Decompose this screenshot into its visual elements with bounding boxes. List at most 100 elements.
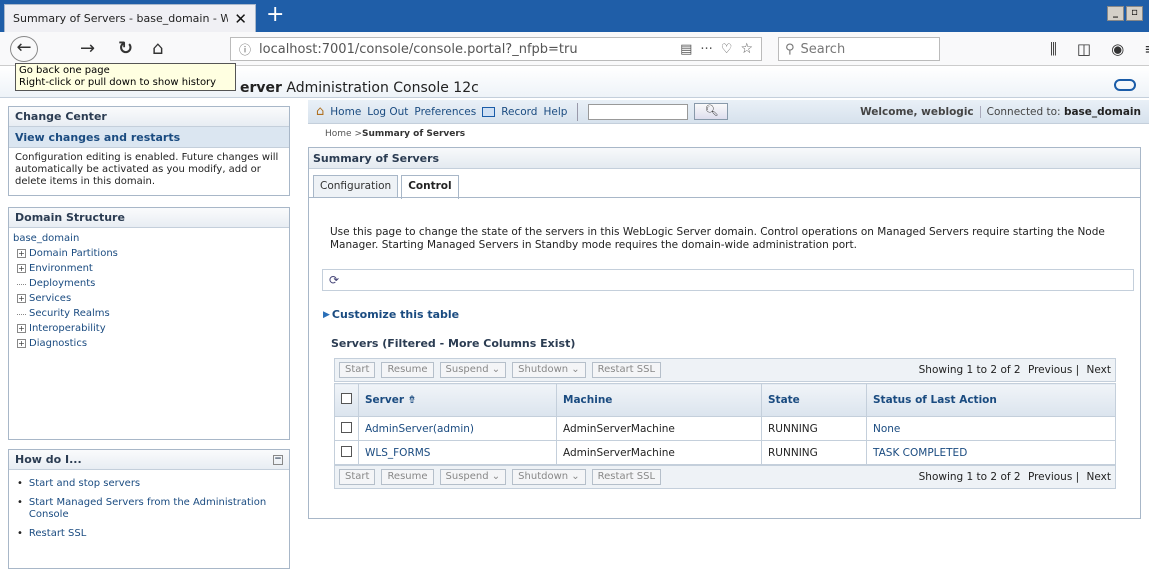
server-name-link[interactable]: AdminServer(admin) [358, 416, 557, 441]
tab-configuration[interactable]: Configuration [313, 175, 399, 197]
connected-label: Connected to: [986, 105, 1064, 118]
restart-ssl-button[interactable]: Restart SSL [591, 362, 662, 378]
resume-button[interactable]: Resume [381, 362, 434, 378]
restore-icon[interactable]: ▫ [1126, 6, 1143, 21]
servers-table: Server ⇮ Machine State Status of Last Ac… [334, 383, 1116, 465]
bookmark-star-icon[interactable]: ☆ [740, 41, 753, 57]
tree-item-security-realms[interactable]: Security Realms [13, 306, 285, 321]
tree-item-diagnostics[interactable]: + Diagnostics [13, 336, 285, 351]
expand-icon[interactable]: + [17, 339, 26, 348]
welcome-text: Welcome, weblogic [860, 105, 974, 118]
collapse-icon[interactable]: − [273, 454, 283, 465]
how-do-i-item[interactable]: • Start Managed Servers from the Administ… [17, 497, 281, 521]
tree-item-environment[interactable]: + Environment [13, 261, 285, 276]
record-icon[interactable] [482, 106, 496, 117]
paging-next[interactable]: Next [1087, 364, 1111, 376]
start-button[interactable]: Start [339, 362, 376, 378]
refresh-icon[interactable]: ⟳ [329, 273, 339, 287]
minimize-icon[interactable]: _ [1107, 6, 1124, 21]
how-do-i-item[interactable]: • Restart SSL [17, 528, 281, 540]
expand-icon[interactable]: + [17, 294, 26, 303]
paging-next[interactable]: Next [1087, 471, 1111, 483]
column-header-server[interactable]: Server ⇮ [358, 383, 557, 417]
how-do-i-link[interactable]: Start Managed Servers from the Administr… [29, 497, 281, 521]
how-do-i-link[interactable]: Restart SSL [29, 528, 86, 540]
expand-icon[interactable]: + [17, 249, 26, 258]
how-do-i-link[interactable]: Start and stop servers [29, 478, 140, 490]
bullet-icon: • [17, 528, 23, 539]
browser-search-input[interactable]: ⚲ Search [778, 37, 940, 61]
tab-strip: Configuration Control [313, 175, 459, 199]
machine-cell: AdminServerMachine [556, 440, 762, 465]
start-button[interactable]: Start [339, 469, 376, 485]
shutdown-button[interactable]: Shutdown ⌄ [512, 469, 586, 485]
expand-icon[interactable]: + [17, 324, 26, 333]
row-checkbox[interactable] [341, 445, 352, 457]
view-changes-link[interactable]: View changes and restarts [9, 127, 289, 148]
tree-root-label: base_domain [13, 233, 80, 244]
column-header-machine[interactable]: Machine [556, 383, 762, 417]
menu-icon[interactable]: ≡ [1144, 40, 1149, 58]
console-toolbar: ⌂ Home Log Out Preferences Record Help 🔍… [308, 100, 1149, 124]
server-name-link[interactable]: WLS_FORMS [358, 440, 557, 465]
close-tab-icon[interactable]: ✕ [234, 10, 247, 28]
state-cell: RUNNING [761, 416, 867, 441]
breadcrumb-home[interactable]: Home > [325, 129, 362, 139]
home-icon[interactable]: ⌂ [316, 104, 324, 119]
logout-link[interactable]: Log Out [367, 106, 408, 118]
help-link[interactable]: Help [543, 106, 567, 118]
paging-previous[interactable]: Previous [1028, 471, 1072, 483]
account-icon[interactable]: ◉ [1111, 40, 1124, 58]
expand-icon[interactable]: + [17, 264, 26, 273]
console-title-rest: Administration Console 12c [281, 80, 479, 96]
tree-root-base-domain[interactable]: base_domain [13, 231, 285, 246]
suspend-button[interactable]: Suspend ⌄ [439, 362, 507, 378]
paging-showing: Showing 1 to 2 of 2 [918, 364, 1021, 376]
shutdown-button[interactable]: Shutdown ⌄ [512, 362, 586, 378]
change-center-text: Configuration editing is enabled. Future… [15, 152, 279, 187]
pocket-icon[interactable]: ♡ [721, 42, 733, 57]
reader-view-icon[interactable]: ▤ [680, 42, 692, 57]
resume-button[interactable]: Resume [381, 469, 434, 485]
console-search-input[interactable] [588, 103, 689, 120]
preferences-link[interactable]: Preferences [414, 106, 476, 118]
sidebar-icon[interactable]: ◫ [1077, 40, 1091, 58]
tree-item-interoperability[interactable]: + Interoperability [13, 321, 285, 336]
back-arrow-icon[interactable]: ← [10, 36, 38, 62]
suspend-button[interactable]: Suspend ⌄ [439, 469, 507, 485]
tooltip-line1: Go back one page [19, 65, 110, 76]
info-icon[interactable]: ⓘ [239, 41, 251, 58]
paging-info: Showing 1 to 2 of 2 Previous | Next [918, 471, 1111, 483]
tree-item-services[interactable]: + Services [13, 291, 285, 306]
paging-previous[interactable]: Previous [1028, 364, 1072, 376]
how-do-i-item[interactable]: • Start and stop servers [17, 478, 281, 490]
table-actions-bottom: Start Resume Suspend ⌄ Shutdown ⌄ Restar… [334, 465, 1116, 489]
customize-table-link[interactable]: ▶ Customize this table [323, 308, 459, 321]
connected-domain: base_domain [1063, 105, 1141, 118]
forward-arrow-icon[interactable]: → [80, 38, 95, 60]
library-icon[interactable]: ⫼ [1050, 40, 1057, 58]
row-checkbox[interactable] [341, 421, 352, 433]
tab-control[interactable]: Control [401, 175, 459, 199]
customize-label: Customize this table [331, 308, 460, 321]
bullet-icon: • [17, 478, 23, 489]
reload-icon[interactable]: ↻ [118, 38, 133, 60]
tree-item-domain-partitions[interactable]: + Domain Partitions [13, 246, 285, 261]
browser-tab[interactable]: Summary of Servers - base_domain - W ✕ [4, 4, 256, 32]
page-actions-icon[interactable]: ··· [700, 42, 712, 57]
status-link[interactable]: TASK COMPLETED [866, 440, 1116, 465]
console-search-button[interactable]: 🔍︎ [694, 103, 729, 120]
url-bar[interactable]: ⓘ localhost:7001/console/console.portal?… [230, 37, 762, 61]
home-link[interactable]: Home [330, 106, 361, 118]
oracle-logo-icon [1114, 79, 1136, 91]
status-link[interactable]: None [866, 416, 1116, 441]
restart-ssl-button[interactable]: Restart SSL [591, 469, 662, 485]
home-icon[interactable]: ⌂ [152, 38, 163, 60]
browser-toolbar-right: ⫼ ◫ ◉ ≡ [1050, 40, 1149, 58]
column-header-status[interactable]: Status of Last Action [866, 383, 1116, 417]
column-header-state[interactable]: State [761, 383, 867, 417]
new-tab-icon[interactable]: + [266, 3, 284, 27]
tree-item-deployments[interactable]: Deployments [13, 276, 285, 291]
record-link[interactable]: Record [501, 106, 537, 118]
select-all-checkbox[interactable] [341, 393, 352, 404]
